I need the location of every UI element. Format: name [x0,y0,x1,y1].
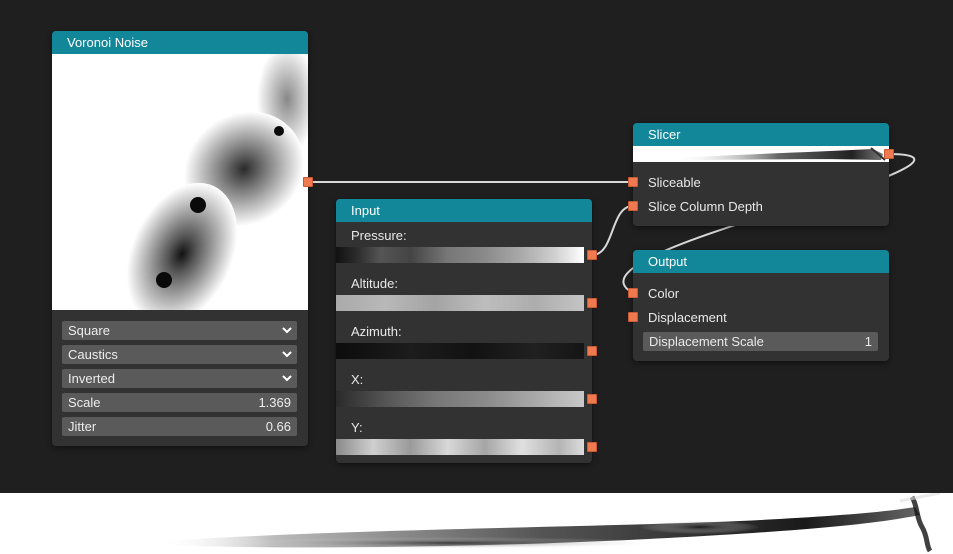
slicer-node[interactable]: Slicer Sliceable Slice Column Depth [628,123,894,226]
color-input-port[interactable] [628,288,638,298]
scale-slider[interactable]: Scale 1.369 [62,393,297,412]
azimuth-output-port[interactable] [587,346,597,356]
pressure-preview-strip [336,247,584,263]
jitter-slider[interactable]: Jitter 0.66 [62,417,297,436]
chevron-down-icon [282,351,292,358]
chevron-down-icon [282,327,292,334]
sliceable-input-port[interactable] [628,177,638,187]
y-label: Y: [351,420,363,435]
sliceable-label: Sliceable [648,175,701,190]
altitude-preview-strip [336,295,584,311]
y-preview-strip [336,439,584,455]
displacement-scale-slider[interactable]: Displacement Scale 1 [643,332,878,351]
noise-type-dropdown[interactable]: Caustics [62,345,297,364]
x-label: X: [351,372,364,387]
render-preview-area [0,493,953,554]
altitude-label: Altitude: [351,276,398,291]
pressure-label: Pressure: [351,228,407,243]
x-preview-strip [336,391,584,407]
color-label: Color [648,286,680,301]
azimuth-label: Azimuth: [351,324,402,339]
wire-pressure-to-slice-depth [591,205,634,256]
voronoi-noise-node[interactable]: Voronoi Noise Square Caustics Inverted S… [52,31,313,446]
displacement-input-port[interactable] [628,312,638,322]
input-node[interactable]: Input Pressure: Altitude: Azimuth: X: Y: [336,199,597,463]
cell-type-dropdown[interactable]: Square [62,321,297,340]
invert-dropdown[interactable]: Inverted [62,369,297,388]
altitude-output-port[interactable] [587,298,597,308]
chevron-down-icon [282,375,292,382]
displacement-label: Displacement [648,310,727,325]
slice-column-depth-input-port[interactable] [628,201,638,211]
y-output-port[interactable] [587,442,597,452]
input-node-title[interactable]: Input [336,199,592,222]
slicer-output-port[interactable] [884,149,894,159]
output-node[interactable]: Output Color Displacement Displacement S… [628,250,889,361]
slicer-preview-image [633,146,889,162]
x-output-port[interactable] [587,394,597,404]
voronoi-preview-image [52,54,308,310]
slice-column-depth-label: Slice Column Depth [648,199,763,214]
voronoi-output-port[interactable] [303,177,313,187]
slicer-node-title[interactable]: Slicer [633,123,889,146]
output-node-title[interactable]: Output [633,250,889,273]
pressure-output-port[interactable] [587,250,597,260]
azimuth-preview-strip [336,343,584,359]
voronoi-node-title[interactable]: Voronoi Noise [52,31,308,54]
